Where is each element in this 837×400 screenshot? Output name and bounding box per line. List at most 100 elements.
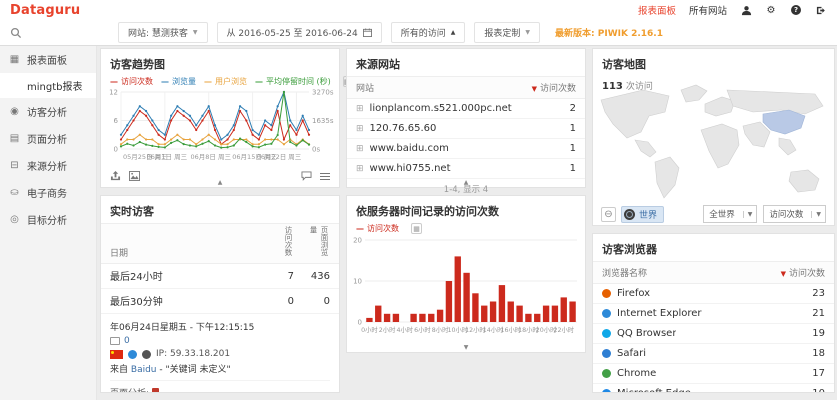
topnav-all-websites-link[interactable]: 所有网站 xyxy=(689,3,727,17)
realtime-summary-row[interactable]: 最后24小时7436 xyxy=(101,264,339,289)
visit-datetime: 年06月24日星期五 - 下午12:15:15 xyxy=(110,320,330,333)
visitor-trend-panel: 访客趋势图 —访问次数—浏览量—用户浏览—平均停留时间 (秒)▦ 06120s1… xyxy=(100,48,340,188)
segment-selector[interactable]: 所有的访问▲ xyxy=(391,22,466,43)
annotation-icon[interactable] xyxy=(301,171,312,181)
filter-bar: 网站: 慧测获客▼ 从 2016-05-25 至 2016-06-24 所有的访… xyxy=(0,20,837,46)
referrer-table-header: 网站 ▼访问次数 xyxy=(347,76,585,99)
expand-icon: ⊞ xyxy=(356,104,364,114)
svg-text:6: 6 xyxy=(114,117,119,125)
svg-text:12: 12 xyxy=(109,89,118,97)
visit-referrer: 来自 Baidu - "关键词 未定义" xyxy=(110,362,330,375)
actions-count-link[interactable]: 0 xyxy=(124,336,130,346)
dashboard-content: 访客趋势图 —访问次数—浏览量—用户浏览—平均停留时间 (秒)▦ 06120s1… xyxy=(100,48,835,400)
panel-title: 访客浏览器 xyxy=(593,234,834,261)
sidebar-item-label: 报表面板 xyxy=(27,52,67,67)
actions-icon xyxy=(110,337,120,345)
export-icon[interactable] xyxy=(110,171,121,181)
signout-icon[interactable] xyxy=(815,4,827,16)
collapse-caret[interactable]: ▼ xyxy=(464,344,469,351)
table-row[interactable]: QQ Browser19 xyxy=(593,324,834,344)
sidebar-item-label: 页面分析 xyxy=(27,131,67,146)
metrics-icon[interactable] xyxy=(320,172,330,181)
version-notice[interactable]: 最新版本: PIWIK 2.16.1 xyxy=(555,26,663,39)
sidebar-item-label: 访客分析 xyxy=(27,104,67,119)
globe-icon xyxy=(624,209,635,220)
sidebar-item-visitors[interactable]: ◉访客分析 xyxy=(0,98,96,125)
image-export-icon[interactable] xyxy=(129,171,140,181)
visited-pages-row: 页面分析: xyxy=(110,380,330,393)
legend-item[interactable]: —平均停留时间 (秒) xyxy=(255,76,331,87)
referrer-link[interactable]: Baidu xyxy=(131,365,157,375)
sort-desc-icon[interactable]: ▼ xyxy=(781,270,786,278)
svg-text:20: 20 xyxy=(353,237,362,245)
collapse-caret[interactable]: ▲ xyxy=(218,179,223,186)
region-select[interactable]: 全世界▼ xyxy=(703,205,757,223)
visitor-entry: 年06月24日星期五 - 下午12:15:15 0 IP: 59.33.18.2… xyxy=(101,314,339,393)
legend-item[interactable]: —访问次数 xyxy=(110,76,153,87)
world-view-button[interactable]: 世界 xyxy=(621,206,664,223)
table-row[interactable]: Safari18 xyxy=(593,344,834,364)
sort-desc-icon[interactable]: ▼ xyxy=(532,85,537,93)
sidebar-nav: ▦报表面板mingtb报表◉访客分析▤页面分析⊟来源分析⛀电子商务◎目标分析 xyxy=(0,46,97,400)
server-time-chart[interactable]: 010200小时2小时4小时6小时8小时10小时12小时14小时16小时18小时… xyxy=(347,234,583,344)
server-time-panel: 依服务器时间记录的访问次数 —访问次数 ▦ 010200小时2小时4小时6小时8小… xyxy=(346,195,586,353)
site-selector[interactable]: 网站: 慧测获客▼ xyxy=(118,22,208,43)
sidebar-item-dashboard[interactable]: ▦报表面板 xyxy=(0,46,96,73)
metric-picker-icon[interactable]: ▦ xyxy=(411,223,422,234)
referrer-websites-panel: 来源网站 网站 ▼访问次数 ⊞lionplancom.s521.000pc.ne… xyxy=(346,48,586,188)
panel-title: 访客趋势图 xyxy=(101,49,339,76)
table-row[interactable]: Internet Explorer21 xyxy=(593,304,834,324)
metric-select[interactable]: 访问次数▼ xyxy=(763,205,826,223)
visitor-ip: IP: 59.33.18.201 xyxy=(156,349,230,359)
sidebar-item-label: 电子商务 xyxy=(27,185,67,200)
chrome-icon xyxy=(602,369,611,378)
report-selector[interactable]: 报表定制▼ xyxy=(474,22,540,43)
table-row[interactable]: Chrome17 xyxy=(593,364,834,384)
browser-rows: Firefox23Internet Explorer21QQ Browser19… xyxy=(593,284,834,393)
map-zoom-controls: ⊖ 世界 xyxy=(601,206,664,223)
funnel-icon: ▲ xyxy=(451,29,456,36)
sidebar-item-ecommerce[interactable]: ⛀电子商务 xyxy=(0,179,96,206)
realtime-rows: 最后24小时7436最后30分钟00 xyxy=(101,264,339,314)
brand-logo[interactable]: Dataguru xyxy=(10,3,80,18)
svg-text:0s: 0s xyxy=(312,146,320,154)
date-range-picker[interactable]: 从 2016-05-25 至 2016-06-24 xyxy=(217,22,382,43)
user-icon[interactable] xyxy=(740,4,752,16)
table-row[interactable]: Firefox23 xyxy=(593,284,834,304)
table-row[interactable]: Microsoft Edge10 xyxy=(593,384,834,393)
realtime-summary-row[interactable]: 最后30分钟00 xyxy=(101,289,339,314)
collapse-caret[interactable]: ▲ xyxy=(464,179,469,186)
sidebar-item-custom-report[interactable]: mingtb报表 xyxy=(0,73,96,98)
table-row[interactable]: ⊞www.hi0755.net1 xyxy=(347,159,585,179)
panel-title: 实时访客 xyxy=(101,196,339,223)
svg-text:06月22日 周三: 06月22日 周三 xyxy=(257,153,302,161)
search-icon[interactable] xyxy=(10,27,22,39)
expand-icon: ⊞ xyxy=(356,124,364,134)
expand-icon: ⊞ xyxy=(356,164,364,174)
realtime-visitors-panel: 实时访客 日期 访问次数 页面浏览量 最后24小时7436最后30分钟00 年0… xyxy=(100,195,340,393)
zoom-out-icon[interactable]: ⊖ xyxy=(601,207,616,222)
svg-text:06月8日 周三: 06月8日 周三 xyxy=(190,153,231,161)
table-row[interactable]: ⊞120.76.65.601 xyxy=(347,119,585,139)
table-row[interactable]: ⊞lionplancom.s521.000pc.net2 xyxy=(347,99,585,119)
help-icon[interactable]: ? xyxy=(790,4,802,16)
top-nav: 报表面板 所有网站 ⚙ ? xyxy=(638,3,827,17)
chevron-down-icon: ▼ xyxy=(743,211,757,218)
sidebar-item-referrers[interactable]: ⊟来源分析 xyxy=(0,152,96,179)
table-row[interactable]: ⊞www.baidu.com1 xyxy=(347,139,585,159)
topnav-dashboard-link[interactable]: 报表面板 xyxy=(638,3,676,17)
legend-item[interactable]: —浏览量 xyxy=(161,76,196,87)
panel-title: 依服务器时间记录的访问次数 xyxy=(347,196,585,223)
firefox-icon xyxy=(602,289,611,298)
gear-icon[interactable]: ⚙ xyxy=(765,4,777,16)
sidebar-item-goals[interactable]: ◎目标分析 xyxy=(0,206,96,233)
svg-text:4小时: 4小时 xyxy=(396,325,413,334)
page-icon[interactable] xyxy=(152,388,159,393)
browser-table-header: 浏览器名称 ▼访问次数 xyxy=(593,261,834,284)
legend-item[interactable]: —访问次数 xyxy=(356,223,399,234)
panel-title: 访客地图 xyxy=(593,49,834,76)
legend-item[interactable]: —用户浏览 xyxy=(204,76,247,87)
visitor-trend-chart[interactable]: 06120s1635s3270s05月25日 周三06月1日 周三06月8日 周… xyxy=(101,87,337,169)
sidebar-item-pages[interactable]: ▤页面分析 xyxy=(0,125,96,152)
world-map[interactable]: 113次访问 ⊖ 世界 全世界▼ 访问次数▼ xyxy=(593,76,834,230)
